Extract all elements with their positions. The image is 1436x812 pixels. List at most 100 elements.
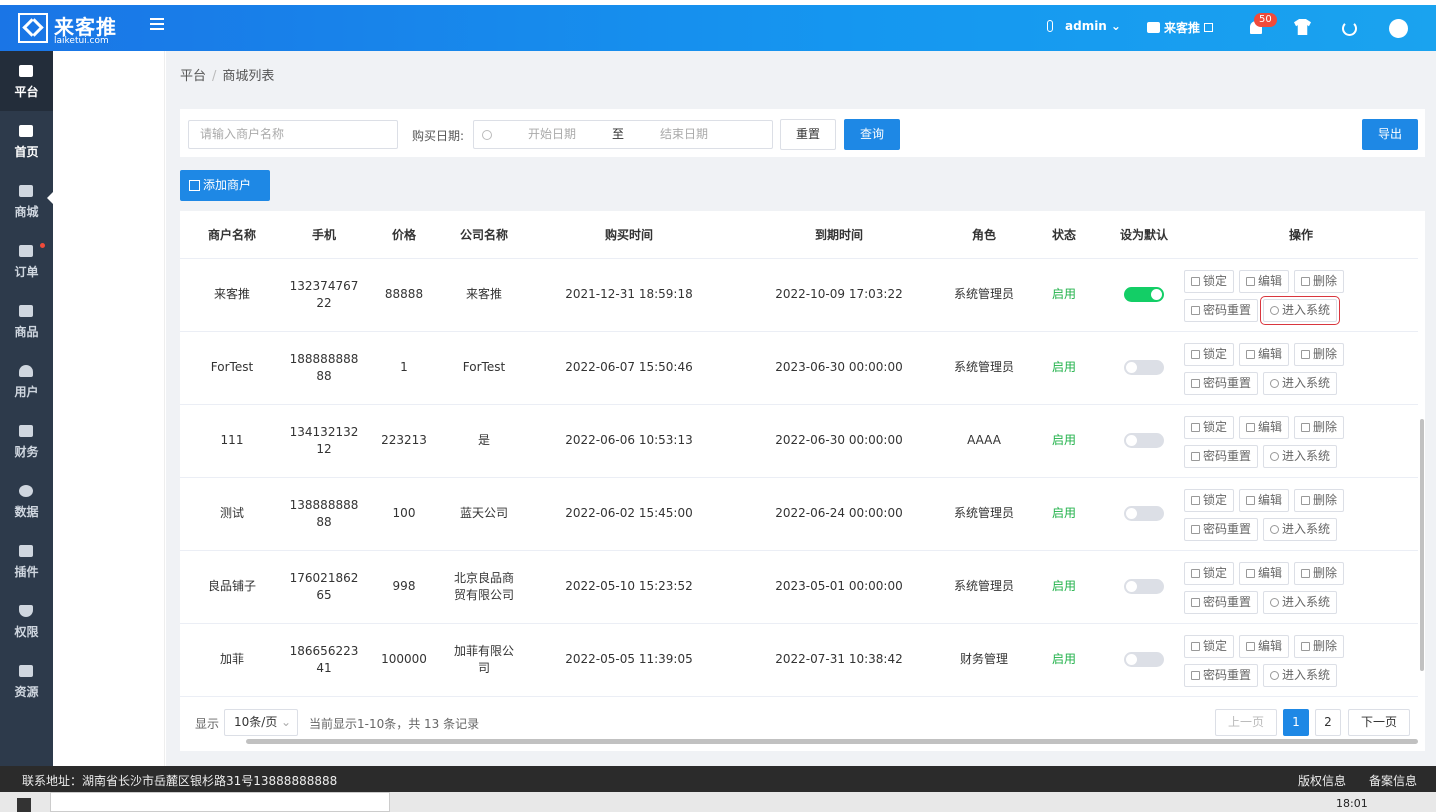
sidebar-item-data[interactable]: 数据 bbox=[0, 471, 53, 531]
enter-system-button[interactable]: 进入系统 bbox=[1263, 444, 1338, 468]
reset-password-label: 密码重置 bbox=[1203, 521, 1252, 536]
phone-line-2: 65 bbox=[316, 587, 332, 602]
operations-cell: 锁定 编辑 删除密码重置 进入系统 bbox=[1184, 623, 1418, 697]
pagination-show-label: 显示 bbox=[195, 717, 220, 731]
lock-icon bbox=[1191, 495, 1200, 505]
enter-system-button[interactable]: 进入系统 bbox=[1263, 371, 1338, 395]
lock-button[interactable]: 锁定 bbox=[1184, 561, 1235, 585]
reset-password-button[interactable]: 密码重置 bbox=[1184, 663, 1259, 687]
default-toggle[interactable] bbox=[1124, 652, 1164, 667]
windows-start-icon[interactable] bbox=[17, 798, 31, 812]
next-page-button[interactable]: 下一页 bbox=[1348, 709, 1410, 736]
menu-toggle-icon[interactable] bbox=[150, 18, 164, 30]
page-2-button[interactable]: 2 bbox=[1315, 709, 1341, 736]
enter-system-button[interactable]: 进入系统 bbox=[1260, 295, 1341, 325]
edit-button[interactable]: 编辑 bbox=[1239, 488, 1290, 512]
export-button[interactable]: 导出 bbox=[1362, 119, 1418, 150]
enter-system-button[interactable]: 进入系统 bbox=[1263, 517, 1338, 541]
page-size-value: 10条/页 bbox=[234, 715, 278, 729]
phone-line-2: 22 bbox=[316, 295, 332, 310]
lock-button[interactable]: 锁定 bbox=[1184, 488, 1235, 512]
breadcrumb-root[interactable]: 平台 bbox=[180, 69, 206, 84]
start-date-input[interactable]: 开始日期 bbox=[528, 121, 576, 148]
globe-icon[interactable] bbox=[1389, 19, 1408, 38]
sidebar-item-label: 用户 bbox=[14, 385, 39, 399]
reset-button[interactable]: 重置 bbox=[780, 119, 836, 150]
power-icon[interactable] bbox=[1342, 21, 1357, 36]
table-row: 良品铺子 176021862 65 998 北京良品商 贸有限公司 2022-05-10 1… bbox=[180, 550, 1418, 624]
default-toggle[interactable] bbox=[1124, 287, 1164, 302]
phone: 138888888 88 bbox=[284, 477, 364, 551]
sidebar-item-permissions[interactable]: 权限 bbox=[0, 591, 53, 651]
user-menu[interactable]: admin ⌄ bbox=[1047, 19, 1121, 33]
sidebar-item-plugins[interactable]: 插件 bbox=[0, 531, 53, 591]
edit-button[interactable]: 编辑 bbox=[1239, 269, 1290, 293]
lock-button[interactable]: 锁定 bbox=[1184, 269, 1235, 293]
sidebar-item-resources[interactable]: 资源 bbox=[0, 651, 53, 711]
date-range-picker[interactable]: 开始日期 至 结束日期 bbox=[473, 120, 773, 149]
enter-system-button[interactable]: 进入系统 bbox=[1263, 663, 1338, 687]
delete-button[interactable]: 删除 bbox=[1294, 561, 1345, 585]
sidebar-item-goods[interactable]: 商品 bbox=[0, 291, 53, 351]
sidebar-item-users[interactable]: 用户 bbox=[0, 351, 53, 411]
horizontal-scrollbar[interactable] bbox=[246, 739, 1418, 744]
end-date-input[interactable]: 结束日期 bbox=[660, 121, 708, 148]
role: 财务管理 bbox=[944, 623, 1024, 697]
edit-button[interactable]: 编辑 bbox=[1239, 561, 1290, 585]
reset-password-button[interactable]: 密码重置 bbox=[1184, 590, 1259, 614]
breadcrumb-separator: / bbox=[212, 69, 217, 84]
lock-icon bbox=[1191, 568, 1200, 578]
reset-password-button[interactable]: 密码重置 bbox=[1184, 517, 1259, 541]
price: 1 bbox=[364, 331, 444, 405]
reset-password-button[interactable]: 密码重置 bbox=[1184, 444, 1259, 468]
edit-button[interactable]: 编辑 bbox=[1239, 342, 1290, 366]
sidebar-item-platform[interactable]: 平台 bbox=[0, 51, 53, 111]
page-1-button[interactable]: 1 bbox=[1283, 709, 1309, 736]
sidebar-item-finance[interactable]: 财务 bbox=[0, 411, 53, 471]
shirt-icon[interactable] bbox=[1294, 19, 1311, 35]
delete-button[interactable]: 删除 bbox=[1294, 269, 1345, 293]
vertical-scrollbar[interactable] bbox=[1420, 419, 1424, 671]
delete-button[interactable]: 删除 bbox=[1294, 634, 1345, 658]
merchant-name: 加菲 bbox=[180, 623, 284, 697]
merchant-name-input[interactable]: 请输入商户名称 bbox=[188, 120, 398, 149]
reset-password-button[interactable]: 密码重置 bbox=[1184, 371, 1259, 395]
delete-button[interactable]: 删除 bbox=[1294, 415, 1345, 439]
sidebar-item-label: 插件 bbox=[14, 565, 39, 579]
price: 100 bbox=[364, 477, 444, 551]
page-size-select[interactable]: 10条/页 ⌄ bbox=[224, 709, 298, 736]
operations-cell: 锁定 编辑 删除密码重置 进入系统 bbox=[1184, 404, 1418, 478]
sidebar-item-store[interactable]: 商城 bbox=[0, 171, 53, 231]
edit-button[interactable]: 编辑 bbox=[1239, 634, 1290, 658]
default-toggle[interactable] bbox=[1124, 433, 1164, 448]
sidebar-item-orders[interactable]: 订单 bbox=[0, 231, 53, 291]
default-toggle[interactable] bbox=[1124, 506, 1164, 521]
edit-button[interactable]: 编辑 bbox=[1239, 415, 1290, 439]
lock-button[interactable]: 锁定 bbox=[1184, 634, 1235, 658]
enter-system-button[interactable]: 进入系统 bbox=[1263, 590, 1338, 614]
reset-password-button[interactable]: 密码重置 bbox=[1184, 298, 1259, 322]
copyright-link[interactable]: 版权信息 bbox=[1298, 772, 1346, 789]
add-merchant-button[interactable]: 添加商户 bbox=[180, 170, 270, 201]
default-toggle[interactable] bbox=[1124, 579, 1164, 594]
delete-button[interactable]: 删除 bbox=[1294, 488, 1345, 512]
sidebar-item-home[interactable]: 首页 bbox=[0, 111, 53, 171]
column-header: 状态 bbox=[1024, 211, 1104, 259]
prev-page-button[interactable]: 上一页 bbox=[1215, 709, 1277, 736]
query-button[interactable]: 查询 bbox=[844, 119, 900, 150]
os-taskbar: 18:01 bbox=[0, 792, 1436, 812]
logo[interactable]: 来客推 laiketui.com bbox=[18, 11, 168, 47]
shop-link[interactable]: 来客推 bbox=[1147, 19, 1214, 36]
lock-button[interactable]: 锁定 bbox=[1184, 342, 1235, 366]
breadcrumb-current: 商城列表 bbox=[222, 69, 275, 84]
lock-button[interactable]: 锁定 bbox=[1184, 415, 1235, 439]
logo-icon bbox=[18, 13, 48, 43]
default-toggle[interactable] bbox=[1124, 360, 1164, 375]
icp-link[interactable]: 备案信息 bbox=[1369, 772, 1417, 789]
sidebar-item-label: 订单 bbox=[14, 265, 39, 279]
order-icon bbox=[19, 245, 33, 257]
taskbar-search-box[interactable] bbox=[50, 792, 390, 812]
delete-button[interactable]: 删除 bbox=[1294, 342, 1345, 366]
merchant-table: 商户名称 手机 价格 公司名称 购买时间 到期时间 角色 状态 设为默认 操作 … bbox=[180, 211, 1418, 697]
dollar-icon bbox=[19, 65, 33, 77]
